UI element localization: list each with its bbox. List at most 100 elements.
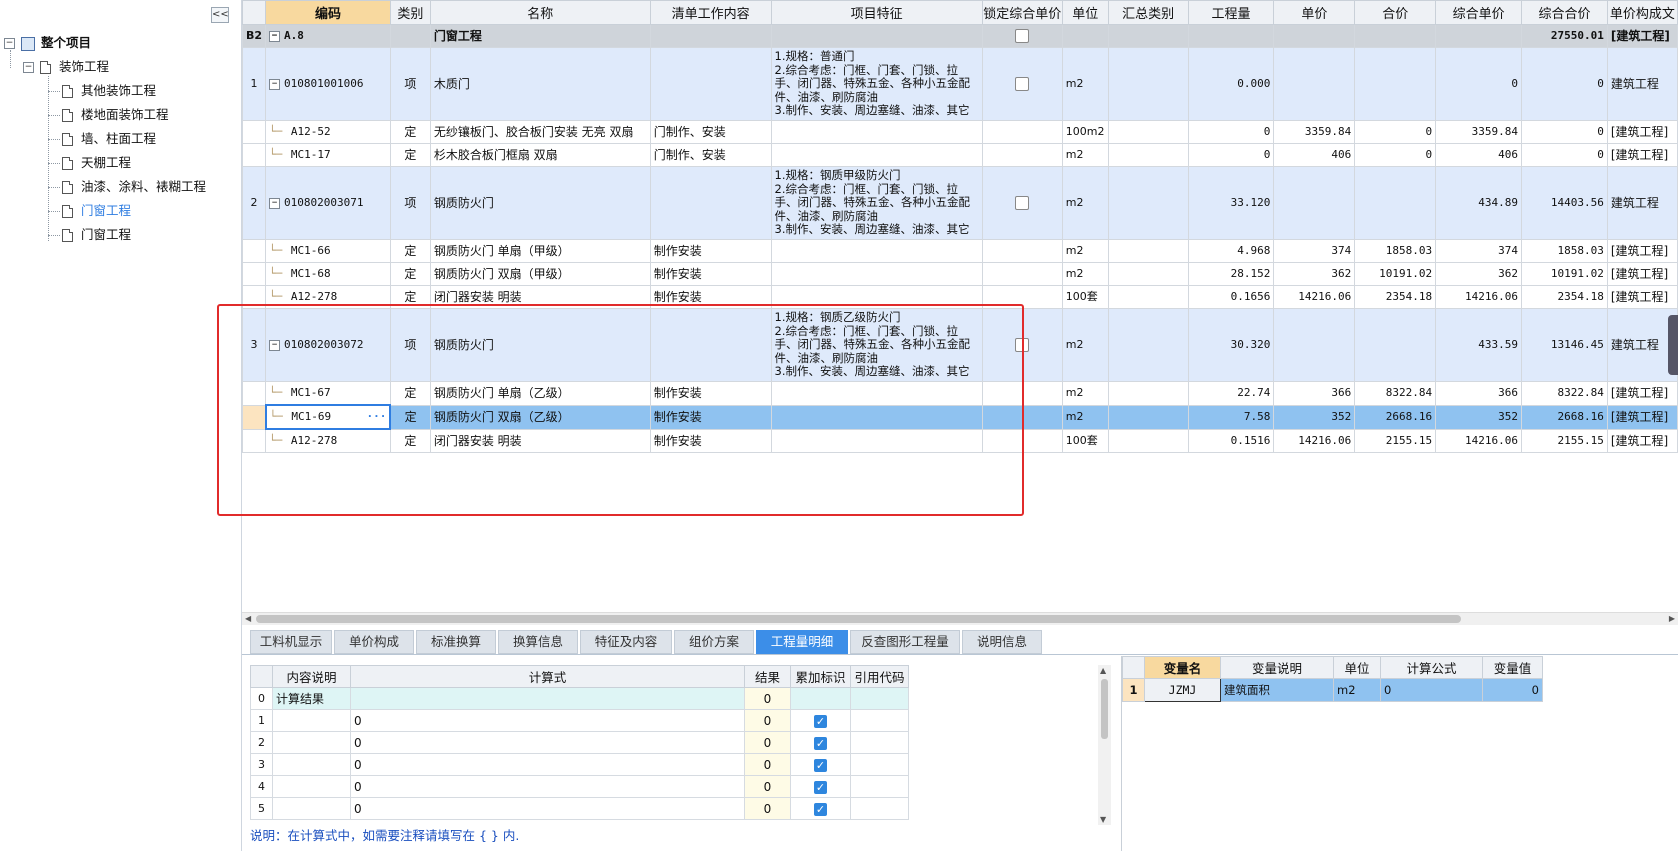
tree-node-doors[interactable]: 门窗工程 [62, 225, 131, 245]
tab-pricing-scheme[interactable]: 组价方案 [674, 630, 754, 654]
row-number[interactable]: 2 [242, 166, 267, 240]
sum-cell[interactable] [1107, 166, 1189, 240]
calc-row[interactable]: 2 0 0 ✓ [250, 731, 909, 754]
name-cell[interactable]: 门窗工程 [429, 24, 651, 48]
name-cell[interactable]: 钢质防火门 单扇（甲级） [429, 239, 651, 263]
formula-cell[interactable]: 0 [350, 709, 745, 732]
feature-cell[interactable] [770, 239, 983, 263]
qty-cell[interactable]: 0.1516 [1187, 428, 1275, 453]
lock-price-cell[interactable] [981, 262, 1063, 286]
checkbox-checked-icon[interactable]: ✓ [814, 736, 827, 750]
qty-cell[interactable]: 0 [1187, 120, 1275, 144]
horizontal-scrollbar[interactable]: ◀ ▶ [242, 612, 1678, 625]
lock-price-cell[interactable] [981, 239, 1063, 263]
tree-node-ceiling[interactable]: 天棚工程 [62, 153, 131, 173]
col-header-qty[interactable]: 工程量 [1187, 0, 1275, 25]
row-number[interactable] [242, 404, 267, 430]
ref-cell[interactable] [850, 709, 909, 732]
ctotal-cell[interactable]: 2155.15 [1521, 428, 1608, 453]
col-header-sum[interactable]: 汇总类别 [1107, 0, 1189, 25]
collapse-toggle-icon[interactable]: − [269, 339, 281, 351]
price-cell[interactable]: 366 [1273, 381, 1356, 406]
comp-cell[interactable]: 建筑工程 [1606, 166, 1678, 240]
total-cell[interactable]: 8322.84 [1354, 381, 1437, 406]
calc-row[interactable]: 3 0 0 ✓ [250, 753, 909, 776]
unit-cell[interactable]: m2 [1061, 239, 1109, 263]
checkbox-checked-icon[interactable]: ✓ [814, 802, 827, 816]
quota-row[interactable]: └─ A12-278 定闭门器安装 明装 制作安装 100套 0.1516 14216.0… [242, 428, 1678, 453]
unit-cell[interactable]: m2 [1061, 381, 1109, 406]
unit-cell[interactable]: m2 [1061, 143, 1109, 167]
total-cell[interactable]: 0 [1354, 143, 1437, 167]
bill-item-row[interactable]: 2−010802003071 项钢质防火门 1.规格：钢质甲级防火门 2.综合考虑：… [242, 166, 1678, 240]
comp-cell[interactable]: [建筑工程] [1606, 120, 1678, 144]
calc-row[interactable]: 1 0 0 ✓ [250, 709, 909, 732]
collapse-toggle-icon[interactable]: − [269, 30, 281, 42]
price-cell[interactable]: 406 [1273, 143, 1356, 167]
col-header-work[interactable]: 清单工作内容 [649, 0, 772, 25]
tree-node-project[interactable]: − 整个项目 [4, 33, 91, 53]
sum-cell[interactable] [1107, 381, 1189, 406]
lock-checkbox[interactable] [1015, 338, 1030, 353]
col-header-ctotal[interactable]: 综合合价 [1521, 0, 1608, 25]
ctotal-cell[interactable]: 2668.16 [1521, 404, 1608, 430]
work-cell[interactable]: 制作安装 [649, 404, 772, 430]
code-cell[interactable]: └─ MC1-69 ··· [264, 404, 392, 430]
ctotal-cell[interactable]: 13146.45 [1521, 308, 1608, 382]
lock-price-cell[interactable] [981, 308, 1063, 382]
price-cell[interactable] [1273, 24, 1356, 48]
type-cell[interactable]: 定 [389, 262, 431, 286]
row-number[interactable] [242, 428, 267, 453]
ref-cell[interactable] [850, 687, 909, 710]
formula-cell[interactable] [350, 687, 745, 710]
name-cell[interactable]: 钢质防火门 单扇（乙级） [429, 381, 651, 406]
row-number[interactable]: 1 [242, 47, 267, 121]
quota-row[interactable]: └─ MC1-68 定钢质防火门 双扇（甲级） 制作安装 m2 28.152 362 101… [242, 262, 1678, 286]
type-cell[interactable]: 定 [389, 143, 431, 167]
sum-cell[interactable] [1107, 262, 1189, 286]
row-number[interactable]: 3 [242, 308, 267, 382]
qty-cell[interactable]: 4.968 [1187, 239, 1275, 263]
work-cell[interactable] [649, 24, 772, 48]
total-cell[interactable] [1354, 24, 1437, 48]
name-cell[interactable]: 闭门器安装 明装 [429, 285, 651, 309]
unit-cell[interactable]: 100套 [1061, 285, 1109, 309]
result-cell[interactable]: 0 [744, 797, 791, 820]
work-cell[interactable]: 门制作、安装 [649, 120, 772, 144]
scroll-thumb[interactable] [256, 615, 1461, 623]
row-number[interactable] [242, 120, 267, 144]
collapse-toggle-icon[interactable]: − [4, 38, 15, 49]
bill-item-row[interactable]: 3−010802003072 项钢质防火门 1.规格：钢质乙级防火门 2.综合考虑：… [242, 308, 1678, 382]
qty-cell[interactable]: 22.74 [1187, 381, 1275, 406]
cprice-cell[interactable]: 14216.06 [1435, 285, 1523, 309]
lock-price-cell[interactable] [981, 381, 1063, 406]
accumulate-cell[interactable]: ✓ [790, 797, 851, 820]
tab-material[interactable]: 工料机显示 [250, 630, 332, 654]
feature-cell[interactable] [770, 143, 983, 167]
col-header-comp[interactable]: 单价构成文 [1606, 0, 1678, 25]
total-cell[interactable] [1354, 308, 1437, 382]
accumulate-cell[interactable]: ✓ [790, 753, 851, 776]
side-widget-handle[interactable] [1668, 315, 1678, 375]
col-header-price[interactable]: 单价 [1273, 0, 1356, 25]
scroll-left-icon[interactable]: ◀ [245, 613, 251, 625]
feature-cell[interactable] [770, 404, 983, 430]
variable-value-cell[interactable]: 0 [1482, 678, 1543, 702]
type-cell[interactable]: 项 [389, 308, 431, 382]
sum-cell[interactable] [1107, 143, 1189, 167]
col-header-total[interactable]: 合价 [1354, 0, 1437, 25]
accumulate-cell[interactable] [790, 687, 851, 710]
result-cell[interactable]: 0 [744, 731, 791, 754]
result-cell[interactable]: 0 [744, 775, 791, 798]
qty-cell[interactable] [1187, 24, 1275, 48]
ctotal-cell[interactable]: 27550.01 [1521, 24, 1608, 48]
desc-cell[interactable] [272, 731, 351, 754]
ref-cell[interactable] [850, 797, 909, 820]
more-options-icon[interactable]: ··· [367, 410, 387, 424]
ctotal-cell[interactable]: 2354.18 [1521, 285, 1608, 309]
name-cell[interactable]: 闭门器安装 明装 [429, 428, 651, 453]
total-cell[interactable]: 1858.03 [1354, 239, 1437, 263]
unit-cell[interactable]: m2 [1061, 308, 1109, 382]
desc-cell[interactable]: 计算结果 [272, 687, 351, 710]
lock-checkbox[interactable] [1015, 77, 1030, 92]
